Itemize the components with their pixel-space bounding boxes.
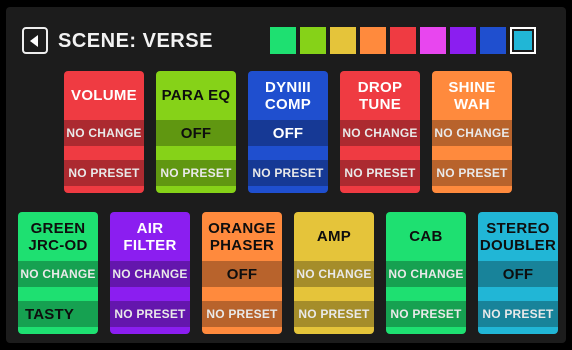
fx-block-footer [386, 327, 466, 334]
fx-block-divider [340, 146, 420, 160]
fx-block-name: CAB [409, 228, 443, 245]
fx-block-footer [340, 186, 420, 193]
fx-block-state[interactable]: OFF [478, 261, 558, 287]
fx-block[interactable]: STEREO DOUBLER OFF NO PRESET [478, 212, 558, 334]
fx-block-state[interactable]: NO CHANGE [18, 261, 98, 287]
fx-block-preset[interactable]: NO PRESET [156, 160, 236, 186]
color-swatch-3[interactable] [330, 27, 356, 54]
fx-block-name: STEREO DOUBLER [479, 219, 557, 254]
fx-block-name: VOLUME [71, 87, 137, 104]
fx-block-footer [64, 186, 144, 193]
fx-block[interactable]: DROP TUNE NO CHANGE NO PRESET [340, 71, 420, 193]
fx-block-footer [156, 186, 236, 193]
fx-block-preset[interactable]: TASTY [18, 301, 98, 327]
fx-block-footer [248, 186, 328, 193]
fx-block-name: ORANGE PHASER [208, 219, 276, 254]
color-swatch-6[interactable] [420, 27, 446, 54]
fx-block-divider [110, 287, 190, 301]
fx-block-footer [294, 327, 374, 334]
fx-block-preset[interactable]: NO PRESET [478, 301, 558, 327]
fx-block[interactable]: PARA EQ OFF NO PRESET [156, 71, 236, 193]
fx-block-preset[interactable]: NO PRESET [202, 301, 282, 327]
fx-block-footer [110, 327, 190, 334]
fx-block-divider [156, 146, 236, 160]
fx-block-preset[interactable]: NO PRESET [64, 160, 144, 186]
fx-block-state[interactable]: OFF [248, 120, 328, 146]
fx-block-state[interactable]: NO CHANGE [294, 261, 374, 287]
color-swatch-8[interactable] [480, 27, 506, 54]
fx-block-footer [478, 327, 558, 334]
fx-block-preset[interactable]: NO PRESET [294, 301, 374, 327]
back-button[interactable] [22, 27, 48, 54]
fx-block[interactable]: CAB NO CHANGE NO PRESET [386, 212, 466, 334]
fx-block-state[interactable]: NO CHANGE [340, 120, 420, 146]
fx-block[interactable]: SHINE WAH NO CHANGE NO PRESET [432, 71, 512, 193]
fx-block-divider [478, 287, 558, 301]
fx-block-preset[interactable]: NO PRESET [248, 160, 328, 186]
fx-block-divider [18, 287, 98, 301]
fx-block-state[interactable]: NO CHANGE [386, 261, 466, 287]
fx-block[interactable]: ORANGE PHASER OFF NO PRESET [202, 212, 282, 334]
fx-block-footer [202, 327, 282, 334]
fx-block-divider [202, 287, 282, 301]
fx-block-preset[interactable]: NO PRESET [386, 301, 466, 327]
color-swatch-1[interactable] [270, 27, 296, 54]
fx-block-preset[interactable]: NO PRESET [340, 160, 420, 186]
fx-block[interactable]: DYNIII COMP OFF NO PRESET [248, 71, 328, 193]
fx-block-name: AIR FILTER [123, 219, 177, 254]
fx-block[interactable]: AIR FILTER NO CHANGE NO PRESET [110, 212, 190, 334]
fx-block-state[interactable]: OFF [156, 120, 236, 146]
fx-block-state[interactable]: NO CHANGE [432, 120, 512, 146]
fx-block-name: DROP TUNE [357, 78, 403, 113]
fx-block-name: DYNIII COMP [264, 78, 312, 113]
fx-block-divider [386, 287, 466, 301]
fx-block-divider [294, 287, 374, 301]
scene-title: SCENE: VERSE [58, 30, 213, 52]
color-swatch-9[interactable] [510, 27, 536, 54]
fx-block-state[interactable]: OFF [202, 261, 282, 287]
fx-block[interactable]: GREEN JRC-OD NO CHANGE TASTY [18, 212, 98, 334]
fx-block-footer [432, 186, 512, 193]
fx-block-preset[interactable]: NO PRESET [110, 301, 190, 327]
fx-block-divider [64, 146, 144, 160]
fx-block-name: AMP [316, 228, 352, 245]
back-arrow-icon [30, 34, 38, 47]
fx-block-footer [18, 327, 98, 334]
fx-block-divider [432, 146, 512, 160]
color-swatch-7[interactable] [450, 27, 476, 54]
fx-block-preset[interactable]: NO PRESET [432, 160, 512, 186]
color-swatch-2[interactable] [300, 27, 326, 54]
color-swatch-5[interactable] [390, 27, 416, 54]
fx-block-state[interactable]: NO CHANGE [110, 261, 190, 287]
fx-block[interactable]: AMP NO CHANGE NO PRESET [294, 212, 374, 334]
fx-block-name: PARA EQ [161, 87, 231, 104]
fx-block[interactable]: VOLUME NO CHANGE NO PRESET [64, 71, 144, 193]
fx-block-name: GREEN JRC-OD [28, 219, 88, 254]
fx-block-state[interactable]: NO CHANGE [64, 120, 144, 146]
scene-color-swatches [270, 27, 536, 54]
color-swatch-4[interactable] [360, 27, 386, 54]
fx-block-divider [248, 146, 328, 160]
fx-block-name: SHINE WAH [448, 78, 496, 113]
